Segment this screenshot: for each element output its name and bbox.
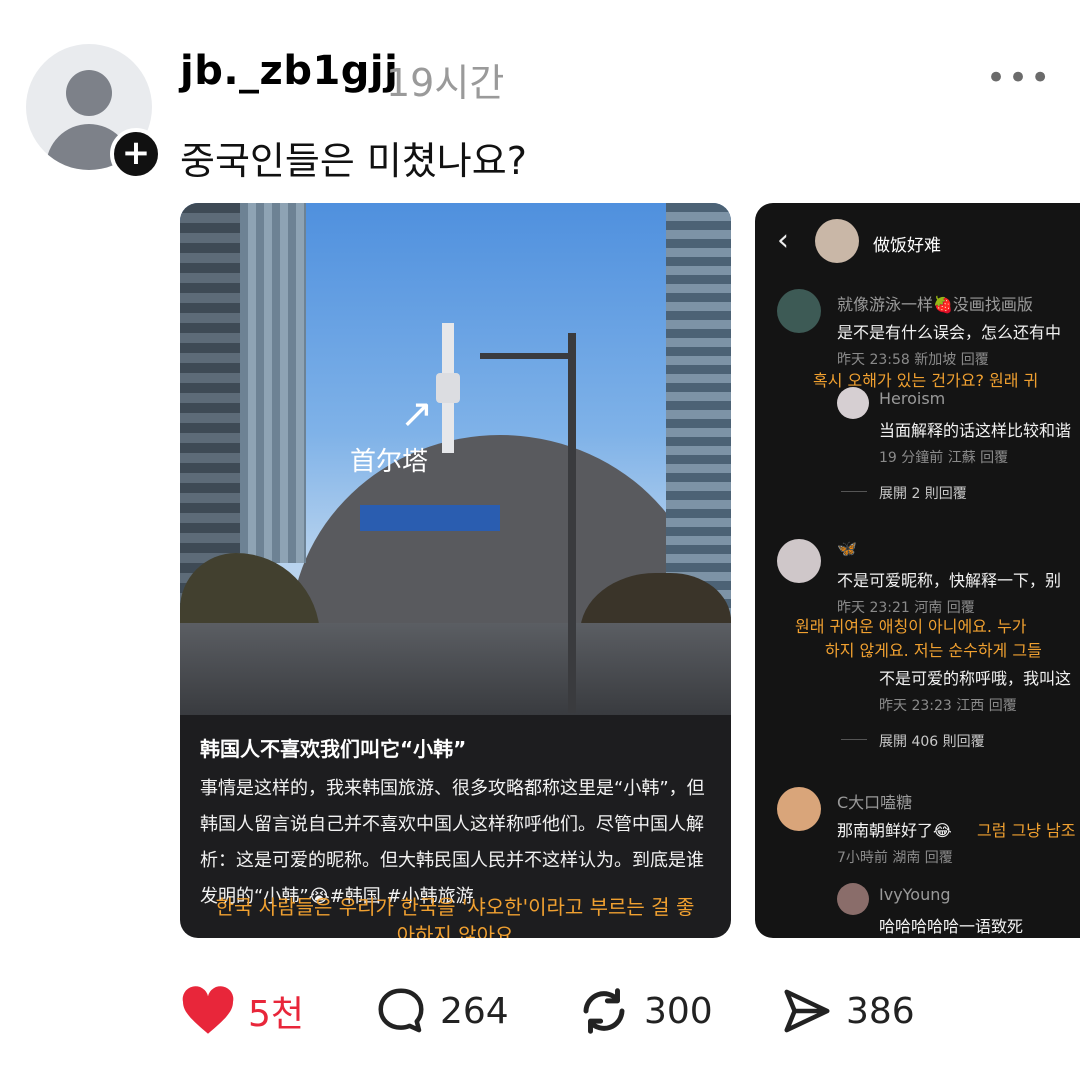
building-left-2 bbox=[240, 203, 306, 563]
comment-text: 是不是有什么误会，怎么还有中 bbox=[837, 323, 1062, 342]
header-avatar bbox=[815, 219, 859, 263]
follow-plus-button[interactable]: + bbox=[110, 128, 162, 180]
comment-text: 那南朝鲜好了😂 bbox=[837, 821, 952, 840]
reply-avatar bbox=[837, 387, 869, 419]
comment-avatar bbox=[777, 539, 821, 583]
like-button[interactable]: 5천 bbox=[180, 984, 304, 1038]
repost-button[interactable]: 300 bbox=[576, 984, 713, 1038]
expand-replies[interactable]: 展開 406 則回覆 bbox=[879, 731, 985, 751]
share-button[interactable]: 386 bbox=[780, 984, 915, 1038]
arrow-up-right-icon: ↗ bbox=[400, 391, 434, 437]
comment-meta: 7小時前 湖南 回覆 bbox=[837, 850, 953, 866]
more-horizontal-icon[interactable]: ••• bbox=[986, 58, 1052, 98]
comment-button[interactable]: 264 bbox=[374, 984, 509, 1038]
repost-icon bbox=[583, 988, 625, 1034]
reply-text: 不是可爱的称呼哦，我叫这 bbox=[879, 669, 1072, 688]
repost-count: 300 bbox=[644, 990, 713, 1032]
post-time: 19시간 bbox=[386, 61, 505, 105]
post-image-1[interactable]: ↗ 首尔塔 韩国人不喜欢我们叫它“小韩” 事情是这样的，我来韩国旅游、很多攻略都… bbox=[180, 203, 731, 938]
post-image-2[interactable]: ‹ 做饭好难 就像游泳一样🍓没画找画版 是不是有什么误会，怎么还有中 昨天 23… bbox=[755, 203, 1080, 938]
send-icon bbox=[784, 989, 830, 1033]
street-lamp-pole bbox=[568, 333, 576, 713]
comment-translation: 원래 귀여운 애칭이 아니에요. 누가 bbox=[795, 617, 1027, 636]
reply-avatar bbox=[837, 883, 869, 915]
comment-translation-2: 하지 않게요. 저는 순수하게 그들 bbox=[825, 641, 1042, 660]
reply-text: 哈哈哈哈哈一语致死 bbox=[879, 917, 1024, 936]
street-with-cars bbox=[180, 623, 731, 715]
comment-name: C大口嗑糖 bbox=[837, 793, 913, 812]
post-text: 중국인들은 미쳤나요? bbox=[180, 139, 527, 183]
header-name: 做饭好难 bbox=[873, 236, 941, 256]
road-sign bbox=[360, 505, 500, 531]
seoul-tower-pod bbox=[436, 373, 460, 403]
back-chevron-icon: ‹ bbox=[777, 223, 789, 258]
divider-line bbox=[841, 739, 867, 740]
photo-label: 首尔塔 bbox=[350, 447, 429, 477]
comment-translation: 그럼 그냥 남조 bbox=[977, 821, 1076, 840]
like-count: 5천 bbox=[248, 994, 305, 1035]
street-lamp-arm bbox=[480, 353, 572, 359]
seoul-street-photo: ↗ 首尔塔 bbox=[180, 203, 731, 715]
reply-meta: 昨天 23:23 江西 回覆 bbox=[879, 698, 1017, 714]
comment-avatar bbox=[777, 289, 821, 333]
reply-meta: 19 分鐘前 江蘇 回覆 bbox=[879, 450, 1009, 466]
avatar-head-shape bbox=[66, 70, 112, 116]
comment-avatar bbox=[777, 787, 821, 831]
heart-icon bbox=[182, 986, 234, 1034]
comment-name: 🦋 bbox=[837, 539, 857, 558]
note-title: 韩国人不喜欢我们叫它“小韩” bbox=[200, 737, 467, 761]
share-count: 386 bbox=[846, 990, 915, 1032]
reply-text: 当面解释的话这样比较和谐 bbox=[879, 421, 1072, 440]
korean-subtitle: 한국 사람들은 우리가 한국을 '샤오한'이라고 부르는 걸 좋아하지 않아요 bbox=[215, 895, 695, 938]
expand-replies[interactable]: 展開 2 則回覆 bbox=[879, 483, 967, 503]
comment-count: 264 bbox=[440, 990, 509, 1032]
comment-meta: 昨天 23:58 新加坡 回覆 bbox=[837, 352, 989, 368]
comment-text: 不是可爱昵称，快解释一下，别 bbox=[837, 571, 1062, 590]
comment-bubble-icon bbox=[378, 988, 424, 1033]
reply-name: Heroism bbox=[879, 389, 946, 408]
reply-name: IvyYoung bbox=[879, 885, 951, 904]
comment-name: 就像游泳一样🍓没画找画版 bbox=[837, 295, 1033, 314]
username[interactable]: jb._zb1gjj bbox=[180, 48, 398, 94]
divider-line bbox=[841, 491, 867, 492]
